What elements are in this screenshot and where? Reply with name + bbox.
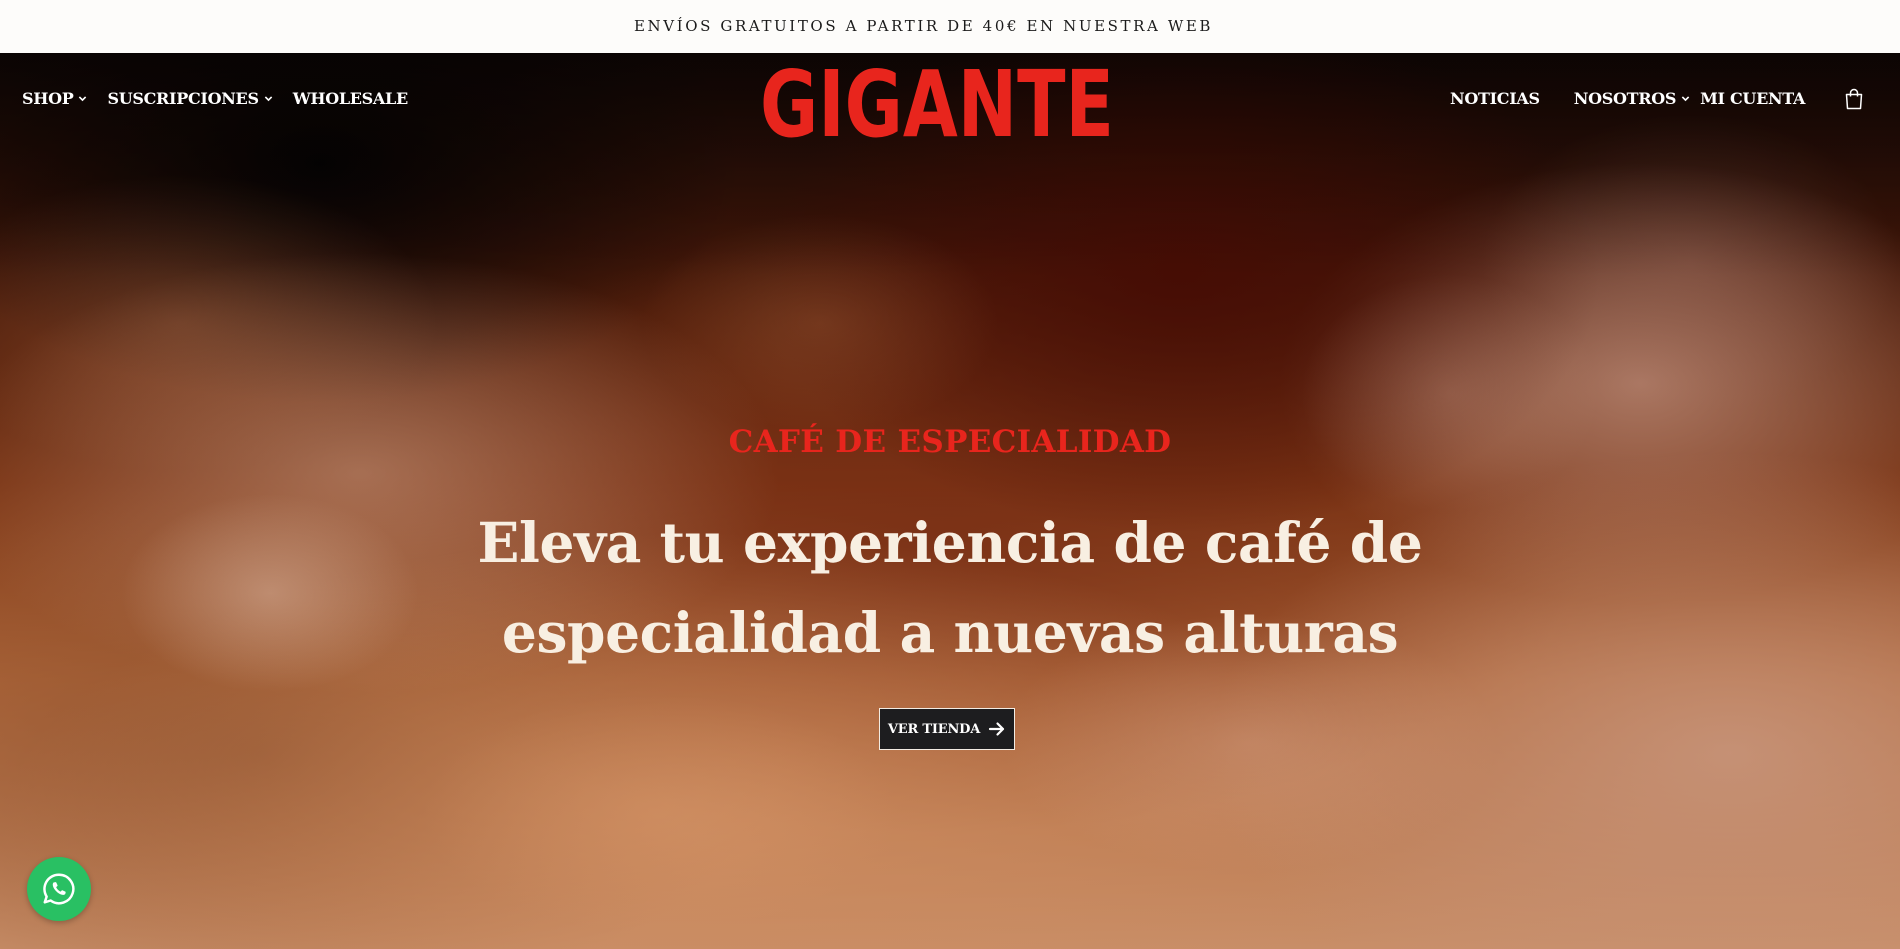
nav-item-nosotros[interactable]: NOSOTROS [1574, 86, 1690, 111]
whatsapp-button[interactable] [27, 857, 91, 921]
nav-item-label: NOTICIAS [1450, 89, 1540, 108]
nav-item-label: SHOP [22, 89, 74, 108]
primary-nav-left: SHOP SUSCRIPCIONES WHOLESALE [22, 86, 408, 111]
chevron-down-icon [79, 96, 87, 102]
logo-text: GIGANTE [760, 60, 1114, 142]
arrow-right-icon [989, 722, 1005, 736]
nav-item-label: SUSCRIPCIONES [107, 89, 259, 108]
primary-nav-right: NOTICIAS NOSOTROS MI CUENTA [1450, 86, 1900, 111]
nav-item-suscripciones[interactable]: SUSCRIPCIONES [107, 86, 272, 111]
nav-item-label: MI CUENTA [1700, 89, 1806, 108]
gigante-logo[interactable]: GIGANTE [757, 60, 1117, 142]
hero-headline-line-1: Eleva tu experiencia de café de [477, 510, 1423, 575]
shopping-bag-icon[interactable] [1844, 88, 1864, 110]
whatsapp-icon [43, 873, 75, 905]
nav-item-mi-cuenta[interactable]: MI CUENTA [1700, 86, 1805, 111]
nav-item-noticias[interactable]: NOTICIAS [1450, 86, 1540, 111]
hero-eyebrow: CAFÉ DE ESPECIALIDAD [728, 424, 1172, 460]
hero-headline-line-2: especialidad a nuevas alturas [501, 600, 1399, 665]
announcement-text: ENVÍOS GRATUITOS A PARTIR DE 40€ EN NUES… [633, 16, 1214, 35]
hero-headline: Eleva tu experiencia de café de especial… [350, 498, 1550, 678]
chevron-down-icon [264, 96, 272, 102]
nav-item-label: NOSOTROS [1573, 89, 1677, 108]
nav-item-shop[interactable]: SHOP [22, 86, 87, 111]
announcement-bar: ENVÍOS GRATUITOS A PARTIR DE 40€ EN NUES… [0, 0, 1900, 53]
nav-item-label: WHOLESALE [292, 89, 408, 108]
ver-tienda-button[interactable]: VER TIENDA [879, 708, 1015, 750]
chevron-down-icon [1681, 96, 1690, 102]
nav-item-wholesale[interactable]: WHOLESALE [293, 86, 408, 111]
cta-label: VER TIENDA [887, 721, 981, 737]
